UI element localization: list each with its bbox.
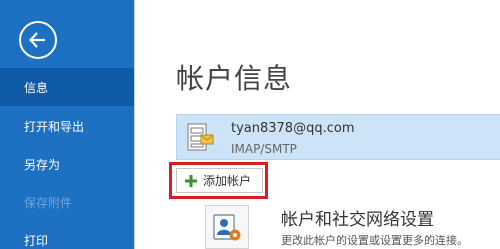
main-content: 帐户信息 tyan8378@qq.com IMAP/SMTP 添加帐户 帐户和社… bbox=[134, 0, 500, 249]
add-account-label: 添加帐户 bbox=[203, 174, 252, 188]
back-button[interactable] bbox=[19, 21, 57, 59]
account-type: IMAP/SMTP bbox=[231, 142, 297, 156]
sidebar-item-label: 打开和导出 bbox=[24, 119, 85, 134]
account-settings-icon bbox=[213, 214, 241, 241]
plus-icon bbox=[185, 174, 197, 187]
sidebar-item-label: 另存为 bbox=[24, 157, 61, 172]
account-selector[interactable]: tyan8378@qq.com IMAP/SMTP bbox=[176, 114, 500, 160]
sidebar-item-info[interactable]: 信息 bbox=[0, 68, 134, 106]
page-title: 帐户信息 bbox=[176, 62, 293, 95]
account-email: tyan8378@qq.com bbox=[231, 121, 355, 136]
backstage-sidebar: 信息 打开和导出 另存为 保存附件 打印 bbox=[0, 0, 134, 249]
account-settings-description: 更改此帐户的设置或设置更多的连接。 bbox=[281, 234, 468, 247]
sidebar-item-save-attachments: 保存附件 bbox=[0, 183, 134, 221]
sidebar-item-save-as[interactable]: 另存为 bbox=[0, 145, 134, 183]
sidebar-item-print[interactable]: 打印 bbox=[0, 221, 134, 249]
outlook-backstage: 信息 打开和导出 另存为 保存附件 打印 帐户信息 tyan8378@qq.co… bbox=[0, 0, 500, 249]
sidebar-item-label: 打印 bbox=[24, 233, 49, 248]
add-account-button[interactable]: 添加帐户 bbox=[176, 168, 263, 193]
sidebar-item-label: 信息 bbox=[24, 80, 49, 95]
account-settings-title: 帐户和社交网络设置 bbox=[281, 210, 434, 230]
mail-account-icon bbox=[187, 123, 214, 151]
sidebar-item-open-export[interactable]: 打开和导出 bbox=[0, 107, 134, 145]
account-settings-button[interactable] bbox=[205, 205, 249, 249]
back-arrow-icon bbox=[28, 32, 45, 48]
sidebar-item-label: 保存附件 bbox=[24, 195, 73, 210]
